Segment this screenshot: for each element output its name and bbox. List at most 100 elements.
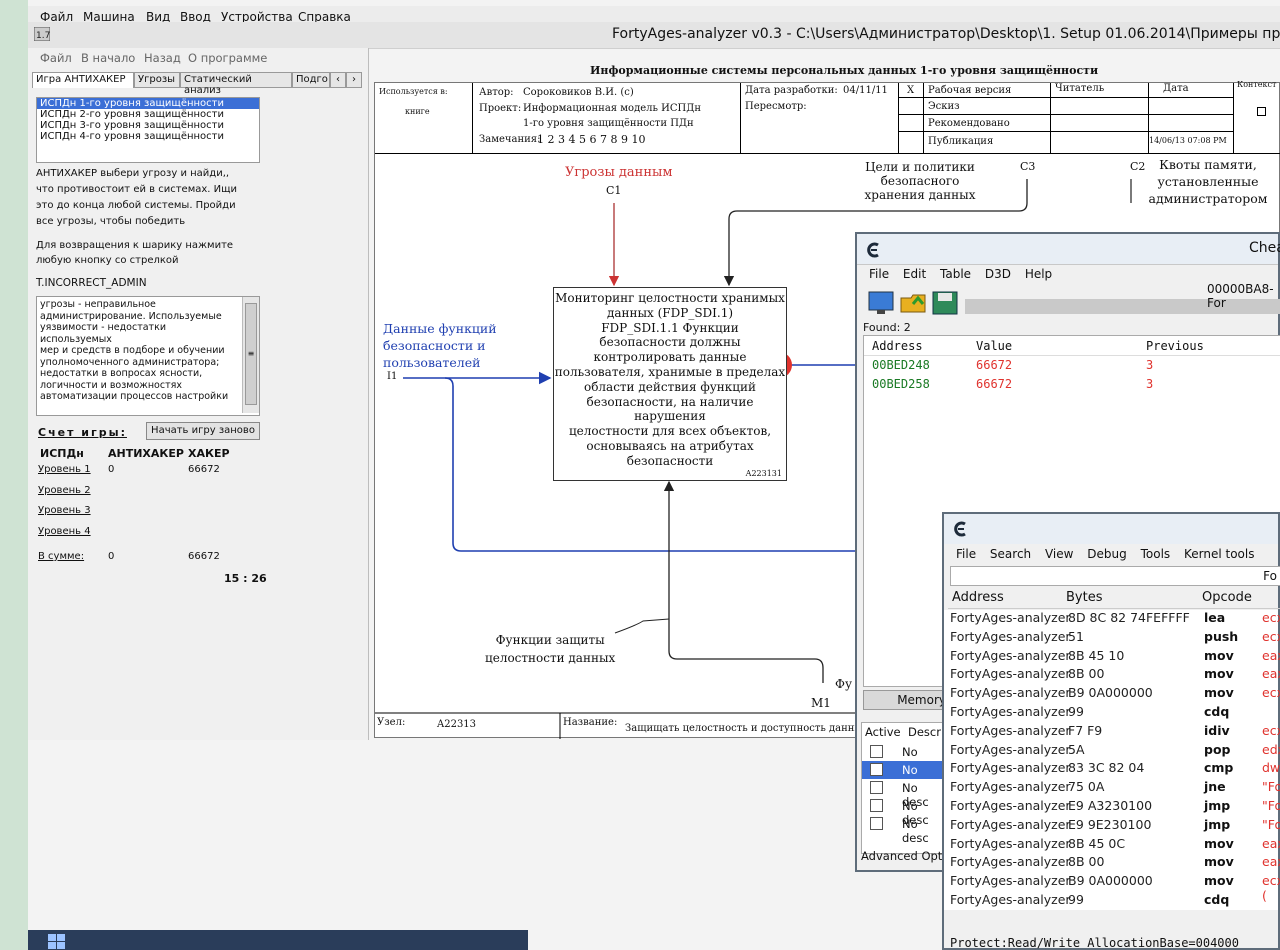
tab-prep[interactable]: Подго — [292, 72, 330, 88]
score-level-3[interactable]: Уровень 3 — [38, 505, 91, 516]
c3-line: хранения данных — [864, 188, 976, 202]
mv-menu-search[interactable]: Search — [990, 547, 1031, 561]
tab-scroll-left[interactable]: ‹ — [330, 72, 346, 88]
ce-menu-table[interactable]: Table — [940, 267, 971, 281]
active-checkbox[interactable] — [870, 745, 883, 758]
col-disasm-opcode[interactable]: Opcode — [1202, 590, 1252, 605]
table-row[interactable]: FortyAges-analyzer 99 cdq — [950, 892, 1280, 911]
mv-menu-file[interactable]: File — [956, 547, 976, 561]
table-row[interactable]: FortyAges-analyzer5A pop edx — [950, 742, 1280, 761]
table-row[interactable]: FortyAges-analyzerB9 0A000000movecx,( — [950, 873, 1280, 903]
table-row[interactable]: 00BED258 66672 3 — [864, 377, 1280, 395]
cheat-row[interactable]: No desc — [862, 761, 946, 791]
process-select-icon[interactable] — [867, 290, 897, 316]
menu-back[interactable]: Назад — [144, 51, 181, 65]
menu-about[interactable]: О программе — [188, 51, 267, 65]
box-line: безопасности — [626, 453, 714, 468]
scroll-thumb[interactable]: ≡ — [245, 303, 257, 405]
active-checkbox[interactable] — [870, 817, 883, 830]
cheat-row[interactable]: No desc — [862, 797, 946, 827]
col-value[interactable]: Value — [976, 339, 1012, 353]
active-checkbox[interactable] — [870, 763, 883, 776]
open-folder-icon[interactable] — [899, 290, 929, 316]
diagram-title: Информационные системы персональных данн… — [590, 64, 1099, 77]
mv-menu-debug[interactable]: Debug — [1087, 547, 1126, 561]
windows-start-icon[interactable] — [48, 934, 66, 950]
cheat-row[interactable]: No desc — [862, 815, 946, 845]
table-row[interactable]: FortyAges-analyzerE9 A3230100 jmp "For — [950, 798, 1280, 817]
save-icon[interactable] — [931, 290, 961, 316]
box-line: контролировать данные — [593, 350, 747, 365]
disasm-addr: FortyAges-analyzer — [950, 892, 1071, 907]
ce-menu-help[interactable]: Help — [1025, 267, 1052, 281]
disasm-addr: FortyAges-analyzer — [950, 666, 1071, 682]
col-disasm-address[interactable]: Address — [952, 590, 1004, 605]
memory-view-button[interactable]: Memory — [863, 690, 951, 710]
node-value: A22313 — [437, 719, 477, 730]
col-address[interactable]: Address — [872, 339, 923, 353]
table-row[interactable]: FortyAges-analyzer8B 00 mov eax, — [950, 854, 1280, 873]
table-row[interactable]: FortyAges-analyzer51 push ecx — [950, 629, 1280, 648]
table-row[interactable]: FortyAges-analyzerF7 F9 idiv ecx — [950, 723, 1280, 742]
tab-scroll-right[interactable]: › — [346, 72, 362, 88]
col-disasm-bytes[interactable]: Bytes — [1066, 590, 1102, 605]
score-level-1[interactable]: Уровень 1 — [38, 464, 91, 475]
disasm-arg: edx — [1262, 741, 1280, 757]
list-item[interactable]: ИСПДн 3-го уровня защищённости — [37, 120, 259, 131]
disasm-arg: dwo — [1262, 760, 1280, 776]
box-line: целостности для всех объектов, — [568, 424, 772, 439]
scrollbar[interactable]: ≡ — [242, 297, 259, 413]
mv-menu-tools[interactable]: Tools — [1141, 547, 1171, 561]
list-item[interactable]: ИСПДн 1-го уровня защищённости — [37, 98, 259, 109]
menu-file[interactable]: Файл — [40, 51, 72, 65]
table-row[interactable]: FortyAges-analyzer75 0A jne "For — [950, 779, 1280, 798]
list-item[interactable]: ИСПДн 2-го уровня защищённости — [37, 109, 259, 120]
col-previous[interactable]: Previous — [1146, 339, 1204, 353]
list-item[interactable]: ИСПДн 4-го уровня защищённости — [37, 131, 259, 142]
col-active[interactable]: Active — [865, 725, 901, 739]
activity-box[interactable]: Мониторинг целостности хранимых данных (… — [553, 287, 787, 481]
node-label: Узел: — [377, 717, 406, 728]
control-c1-code: C1 — [606, 184, 622, 197]
table-row[interactable]: 00BED248 66672 3 — [864, 358, 1280, 376]
mv-menu-view[interactable]: View — [1045, 547, 1073, 561]
score-total-hacker: 66672 — [188, 551, 220, 562]
table-row[interactable]: FortyAges-analyzerB9 0A000000 mov ecx, — [950, 685, 1280, 704]
address-field[interactable]: Fo — [950, 566, 1280, 586]
ce-titlebar: Chea — [857, 234, 1280, 265]
score-header-level: ИСПДн — [40, 447, 84, 460]
table-row[interactable]: FortyAges-analyzer8B 45 10 mov eax — [950, 648, 1280, 667]
table-row[interactable]: FortyAges-analyzer8B 00 mov eax — [950, 666, 1280, 685]
active-checkbox[interactable] — [870, 781, 883, 794]
ce-menu-file[interactable]: File — [869, 267, 889, 281]
score-total-label: В сумме: — [38, 551, 85, 562]
disasm-addr: FortyAges-analyzer — [950, 628, 1071, 644]
menu-home[interactable]: В начало — [81, 51, 135, 65]
mv-menu-kernel-tools[interactable]: Kernel tools — [1184, 547, 1255, 561]
table-row[interactable]: FortyAges-analyzer83 3C 82 04 cmp dwo — [950, 760, 1280, 779]
return-hint: Для возвращения к шарику нажмите любую к… — [36, 238, 233, 268]
table-row[interactable]: FortyAges-analyzer 99 cdq — [950, 704, 1280, 723]
score-level-2[interactable]: Уровень 2 — [38, 485, 91, 496]
table-row[interactable]: FortyAges-analyzer 8D 8C 82 74FEFFFF lea ec… — [950, 610, 1280, 629]
taskbar — [28, 930, 528, 950]
ce-menu-d3d[interactable]: D3D — [985, 267, 1011, 281]
cheat-row[interactable]: No desc — [862, 779, 946, 809]
advanced-options[interactable]: Advanced Opti — [861, 849, 946, 863]
table-row[interactable]: FortyAges-analyzerE9 9E230100 jmp "For — [950, 817, 1280, 836]
ce-menu-edit[interactable]: Edit — [903, 267, 926, 281]
table-row[interactable]: FortyAges-analyzer8B 45 0C mov eax, — [950, 836, 1280, 855]
score-hacker-1: 66672 — [188, 464, 220, 475]
disasm-op: mov — [1204, 873, 1234, 889]
tab-threats[interactable]: Угрозы — [134, 72, 180, 88]
control-c1-label: Угрозы данным — [565, 165, 673, 180]
score-level-4[interactable]: Уровень 4 — [38, 526, 91, 537]
cheat-row[interactable]: No desc — [862, 743, 946, 773]
tab-static-analysis[interactable]: Статический анализ — [180, 72, 292, 96]
threat-line: угрозы - неправильное — [40, 299, 156, 310]
active-checkbox[interactable] — [870, 799, 883, 812]
disasm-header: Address Bytes Opcode — [948, 588, 1280, 609]
tab-antihacker[interactable]: Игра АНТИХАКЕР — [32, 72, 134, 88]
restart-button[interactable]: Начать игру заново — [146, 422, 260, 440]
level-list: ИСПДн 1-го уровня защищённости ИСПДн 2-г… — [36, 97, 260, 163]
